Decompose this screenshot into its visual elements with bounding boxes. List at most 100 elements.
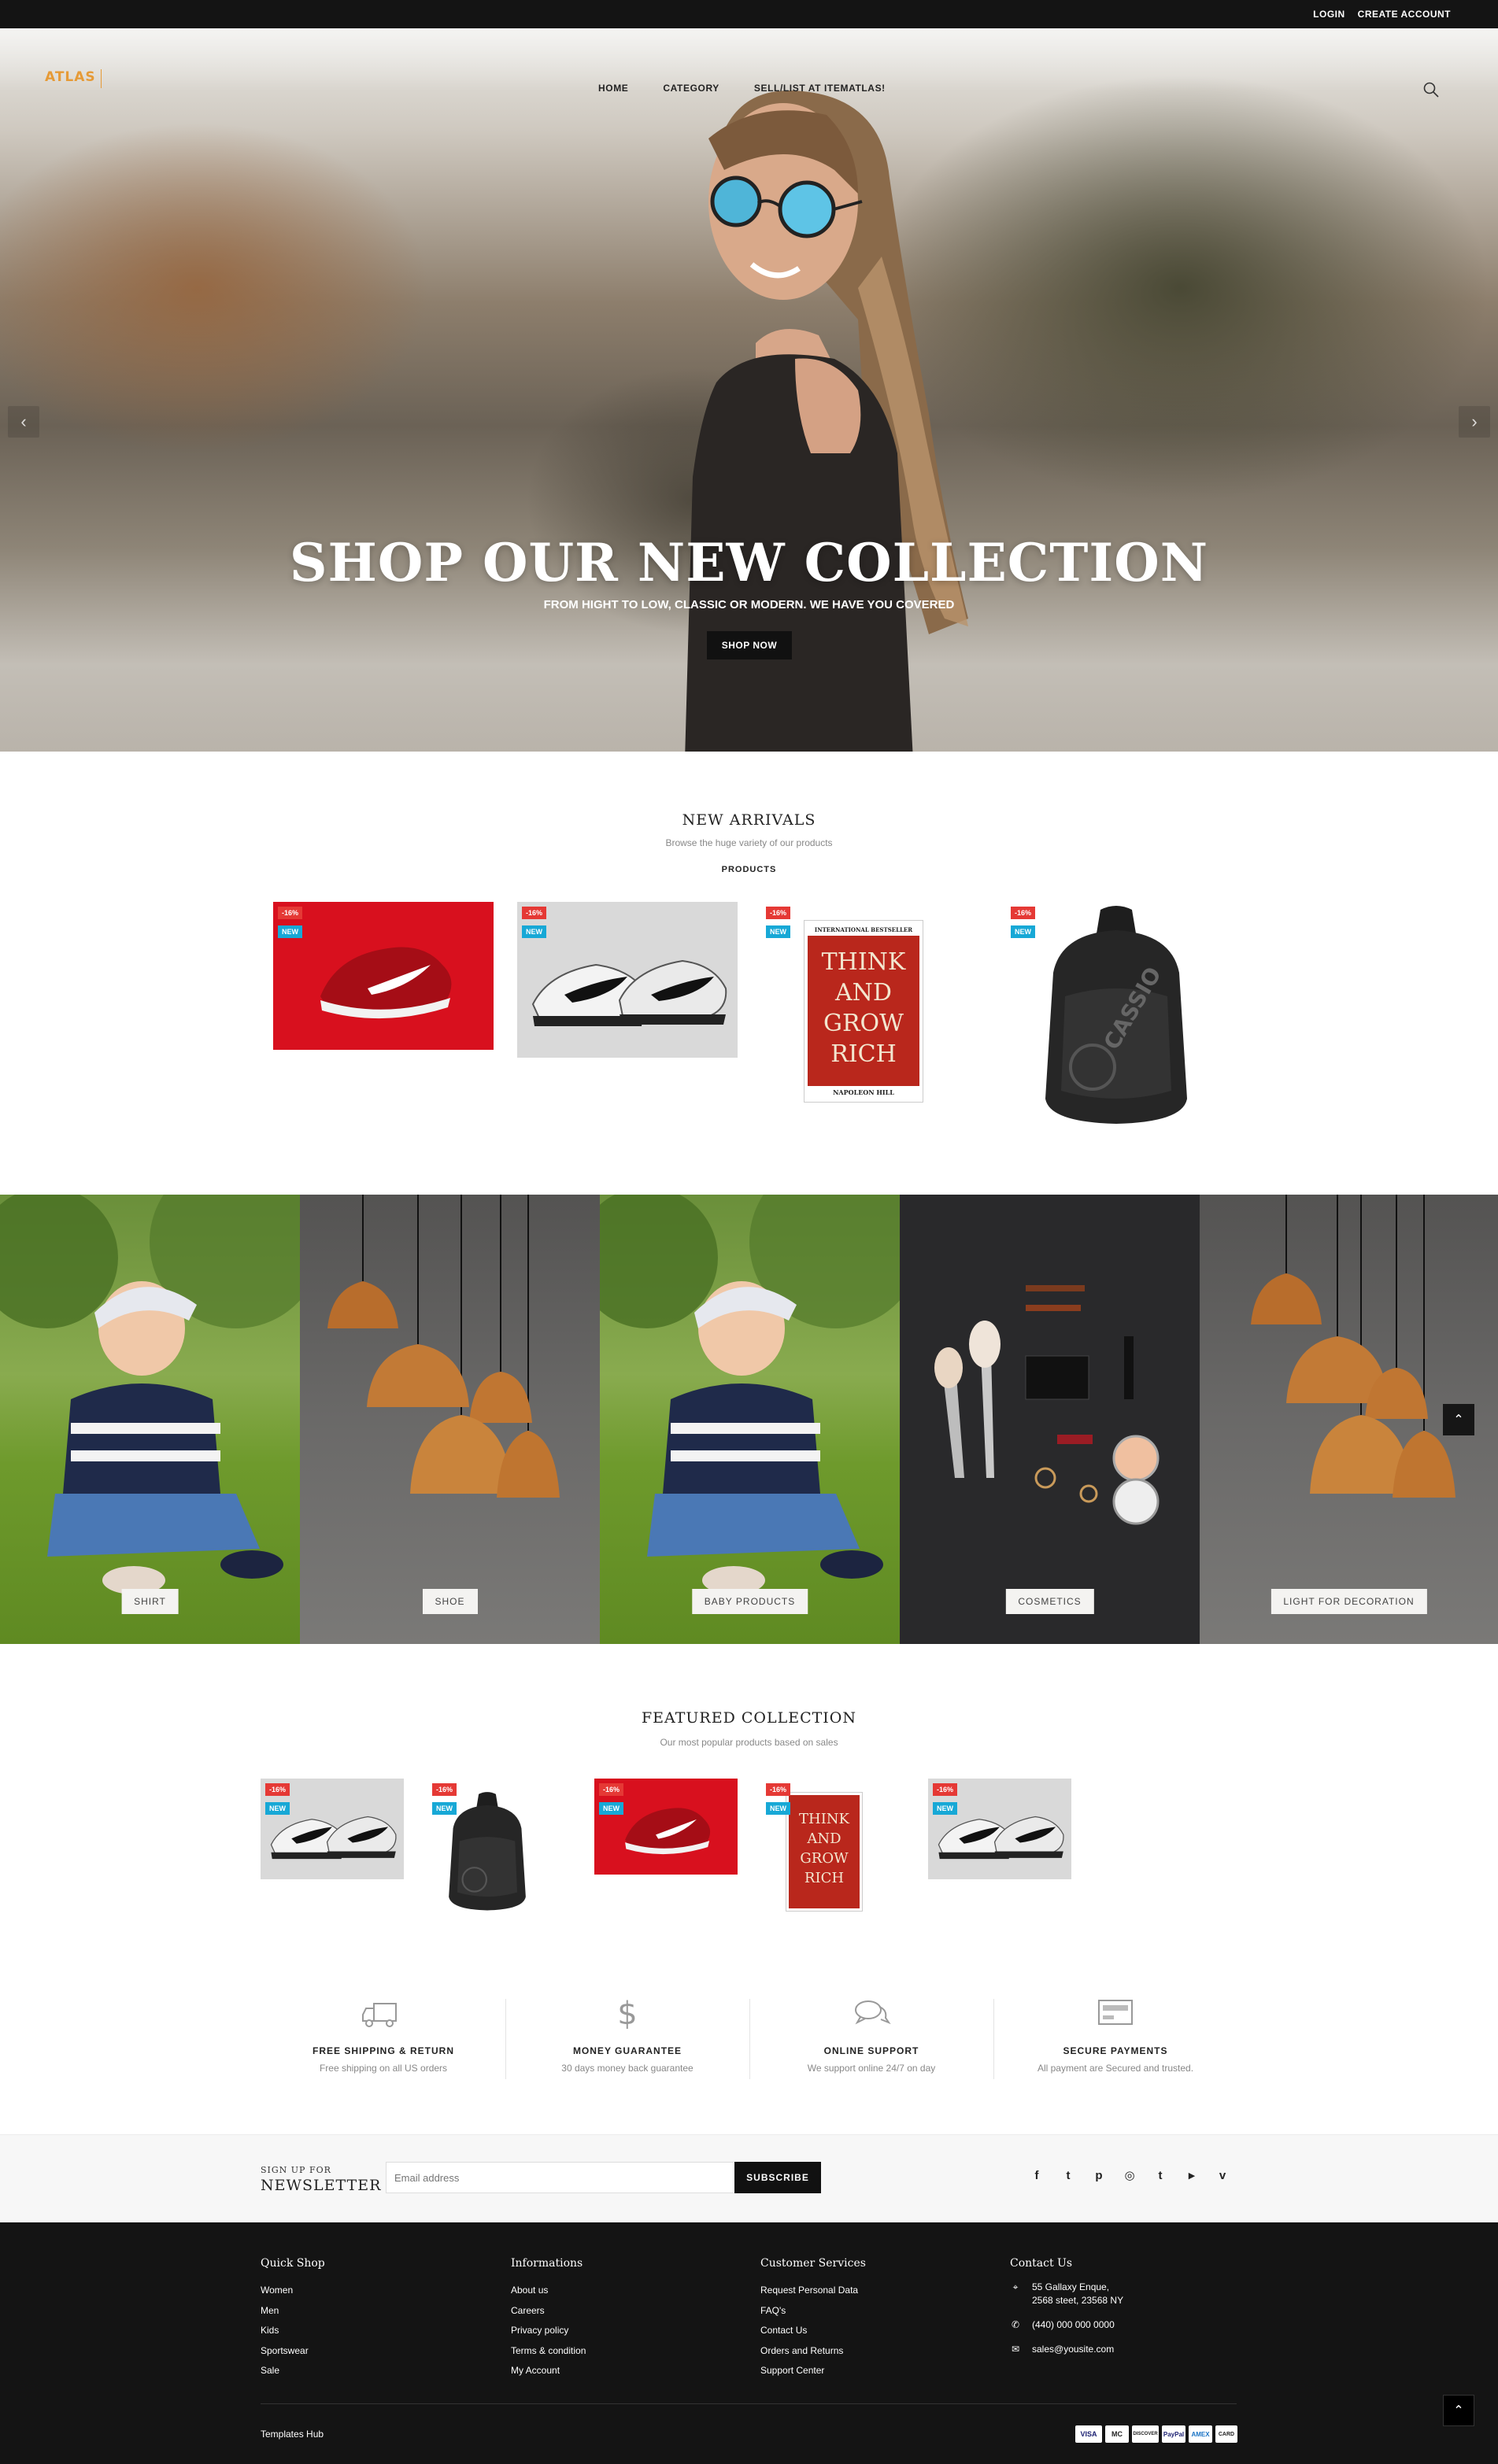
hero-slider: ATLAS HOME CATEGORY SELL/LIST AT ITEMATL…	[0, 28, 1498, 752]
footer-link[interactable]: Men	[261, 2301, 325, 2322]
footer-link[interactable]: Women	[261, 2281, 325, 2301]
product-card[interactable]: -16% NEW	[594, 1779, 738, 1875]
phone-number[interactable]: (440) 000 000 0000	[1032, 2318, 1115, 2332]
new-arrivals-title: NEW ARRIVALS	[682, 811, 816, 829]
footer-informations: Informations About us Careers Privacy po…	[511, 2257, 586, 2381]
new-badge: NEW	[766, 1802, 790, 1815]
footer-customer-services: Customer Services Request Personal Data …	[760, 2257, 866, 2381]
book-title-line: THINK	[798, 1811, 849, 1827]
logo-text: ATLAS	[45, 69, 96, 85]
search-button[interactable]	[1422, 80, 1441, 99]
newsletter-title: NEWSLETTER	[261, 2177, 382, 2194]
book-title-line: RICH	[804, 1870, 845, 1886]
book-title-line: RICH	[830, 1040, 897, 1068]
youtube-icon[interactable]: ▶	[1182, 2166, 1201, 2185]
site-logo[interactable]: ATLAS	[45, 69, 102, 88]
footer-link[interactable]: Sale	[261, 2361, 325, 2381]
product-image	[449, 1792, 526, 1911]
product-card[interactable]: -16% NEW	[517, 902, 738, 1058]
footer-link[interactable]: Support Center	[760, 2361, 866, 2381]
login-link[interactable]: LOGIN	[1313, 9, 1345, 20]
sale-badge: -16%	[766, 907, 791, 919]
footer-link[interactable]: Contact Us	[760, 2321, 866, 2341]
product-card[interactable]: -16% NEW	[261, 1779, 404, 1879]
category-image	[0, 1195, 300, 1594]
footer-quick-shop: Quick Shop Women Men Kids Sportswear Sal…	[261, 2257, 325, 2381]
vimeo-icon[interactable]: v	[1213, 2166, 1232, 2185]
nav-home[interactable]: HOME	[598, 83, 628, 94]
footer-link[interactable]: Terms & condition	[511, 2341, 586, 2362]
footer-heading: Quick Shop	[261, 2257, 325, 2270]
category-tile-cosmetics[interactable]: COSMETICS	[900, 1195, 1200, 1644]
footer-link[interactable]: FAQ's	[760, 2301, 866, 2322]
product-card[interactable]: -16% NEW	[928, 1779, 1071, 1879]
payment-card-icon	[1098, 2000, 1133, 2025]
mastercard-icon: MC	[1105, 2425, 1129, 2443]
sale-badge: -16%	[522, 907, 547, 919]
service-title: SECURE PAYMENTS	[1063, 2045, 1168, 2056]
sale-badge: -16%	[265, 1783, 290, 1796]
sale-badge: -16%	[432, 1783, 457, 1796]
discover-icon: DISCOVER	[1132, 2425, 1159, 2443]
svg-text:$: $	[617, 1996, 637, 2030]
category-label: SHIRT	[121, 1589, 179, 1614]
shop-now-button[interactable]: SHOP NOW	[707, 631, 792, 659]
nav-sell-list[interactable]: SELL/LIST AT ITEMATLAS!	[754, 83, 886, 94]
amex-icon: AMEX	[1189, 2425, 1212, 2443]
create-account-link[interactable]: CREATE ACCOUNT	[1358, 9, 1451, 20]
chat-icon	[855, 2000, 891, 2025]
scroll-to-top-button[interactable]: ⌃	[1443, 1404, 1474, 1435]
new-badge: NEW	[522, 925, 546, 938]
slider-prev-button[interactable]: ‹	[8, 406, 39, 438]
tumblr-icon[interactable]: t	[1151, 2166, 1170, 2185]
footer-divider	[261, 2403, 1237, 2404]
copyright: Templates Hub	[261, 2429, 324, 2440]
new-arrivals-subtitle: Browse the huge variety of our products	[665, 837, 833, 848]
instagram-icon[interactable]: ◎	[1120, 2166, 1139, 2185]
hero-title: SHOP OUR NEW COLLECTION	[289, 532, 1209, 593]
new-badge: NEW	[432, 1802, 457, 1815]
category-tile-shoe[interactable]: SHOE	[300, 1195, 600, 1644]
email-address[interactable]: sales@yousite.com	[1032, 2343, 1114, 2356]
product-card[interactable]: CASSIO -16% NEW	[1006, 902, 1226, 1127]
product-card[interactable]: THINK AND GROW RICH -16% NEW	[761, 1779, 881, 1912]
category-tile-baby-products[interactable]: BABY PRODUCTS	[600, 1195, 900, 1644]
subscribe-button[interactable]: SUBSCRIBE	[734, 2162, 821, 2193]
slider-next-button[interactable]: ›	[1459, 406, 1490, 438]
footer-link[interactable]: Sportswear	[261, 2341, 325, 2362]
footer-link[interactable]: Orders and Returns	[760, 2341, 866, 2362]
service-desc: Free shipping on all US orders	[319, 2063, 448, 2074]
footer-link[interactable]: Request Personal Data	[760, 2281, 866, 2301]
site-footer: Quick Shop Women Men Kids Sportswear Sal…	[0, 2222, 1498, 2464]
service-item: FREE SHIPPING & RETURN Free shipping on …	[261, 1996, 505, 2074]
service-title: FREE SHIPPING & RETURN	[312, 2045, 454, 2056]
pinterest-icon[interactable]: p	[1089, 2166, 1108, 2185]
scroll-to-top-button[interactable]: ⌃	[1443, 2395, 1474, 2426]
category-label: BABY PRODUCTS	[691, 1589, 808, 1614]
newsletter-section: SIGN UP FOR NEWSLETTER SUBSCRIBE	[0, 2134, 1498, 2222]
book-title: THINK AND GROW RICH	[808, 947, 919, 1069]
tab-products[interactable]: PRODUCTS	[0, 865, 1498, 874]
new-badge: NEW	[933, 1802, 957, 1815]
twitter-icon[interactable]: t	[1059, 2166, 1078, 2185]
book-title-line: GROW	[800, 1850, 849, 1867]
book-title-line: THINK	[821, 948, 906, 976]
product-card[interactable]: INTERNATIONAL BESTSELLER THINK AND GROW …	[761, 902, 982, 1106]
footer-link[interactable]: Kids	[261, 2321, 325, 2341]
newsletter-email-input[interactable]	[386, 2162, 735, 2193]
footer-link[interactable]: Careers	[511, 2301, 586, 2322]
footer-link[interactable]: About us	[511, 2281, 586, 2301]
product-card[interactable]: -16% NEW	[273, 902, 494, 1050]
footer-link[interactable]: My Account	[511, 2361, 586, 2381]
sale-badge: -16%	[1011, 907, 1036, 919]
facebook-icon[interactable]: f	[1027, 2166, 1046, 2185]
book-author: NAPOLEON HILL	[808, 1086, 919, 1099]
nav-category[interactable]: CATEGORY	[663, 83, 719, 94]
footer-link[interactable]: Privacy policy	[511, 2321, 586, 2341]
category-image	[327, 1195, 560, 1498]
footer-contact: Contact Us ⌖ 55 Gallaxy Enque, 2568 stee…	[1010, 2257, 1123, 2367]
category-tile-shirt[interactable]: SHIRT	[0, 1195, 300, 1644]
product-card[interactable]: -16% NEW	[427, 1779, 547, 1923]
account-links: LOGIN CREATE ACCOUNT	[1313, 0, 1451, 28]
site-header	[0, 28, 1498, 91]
